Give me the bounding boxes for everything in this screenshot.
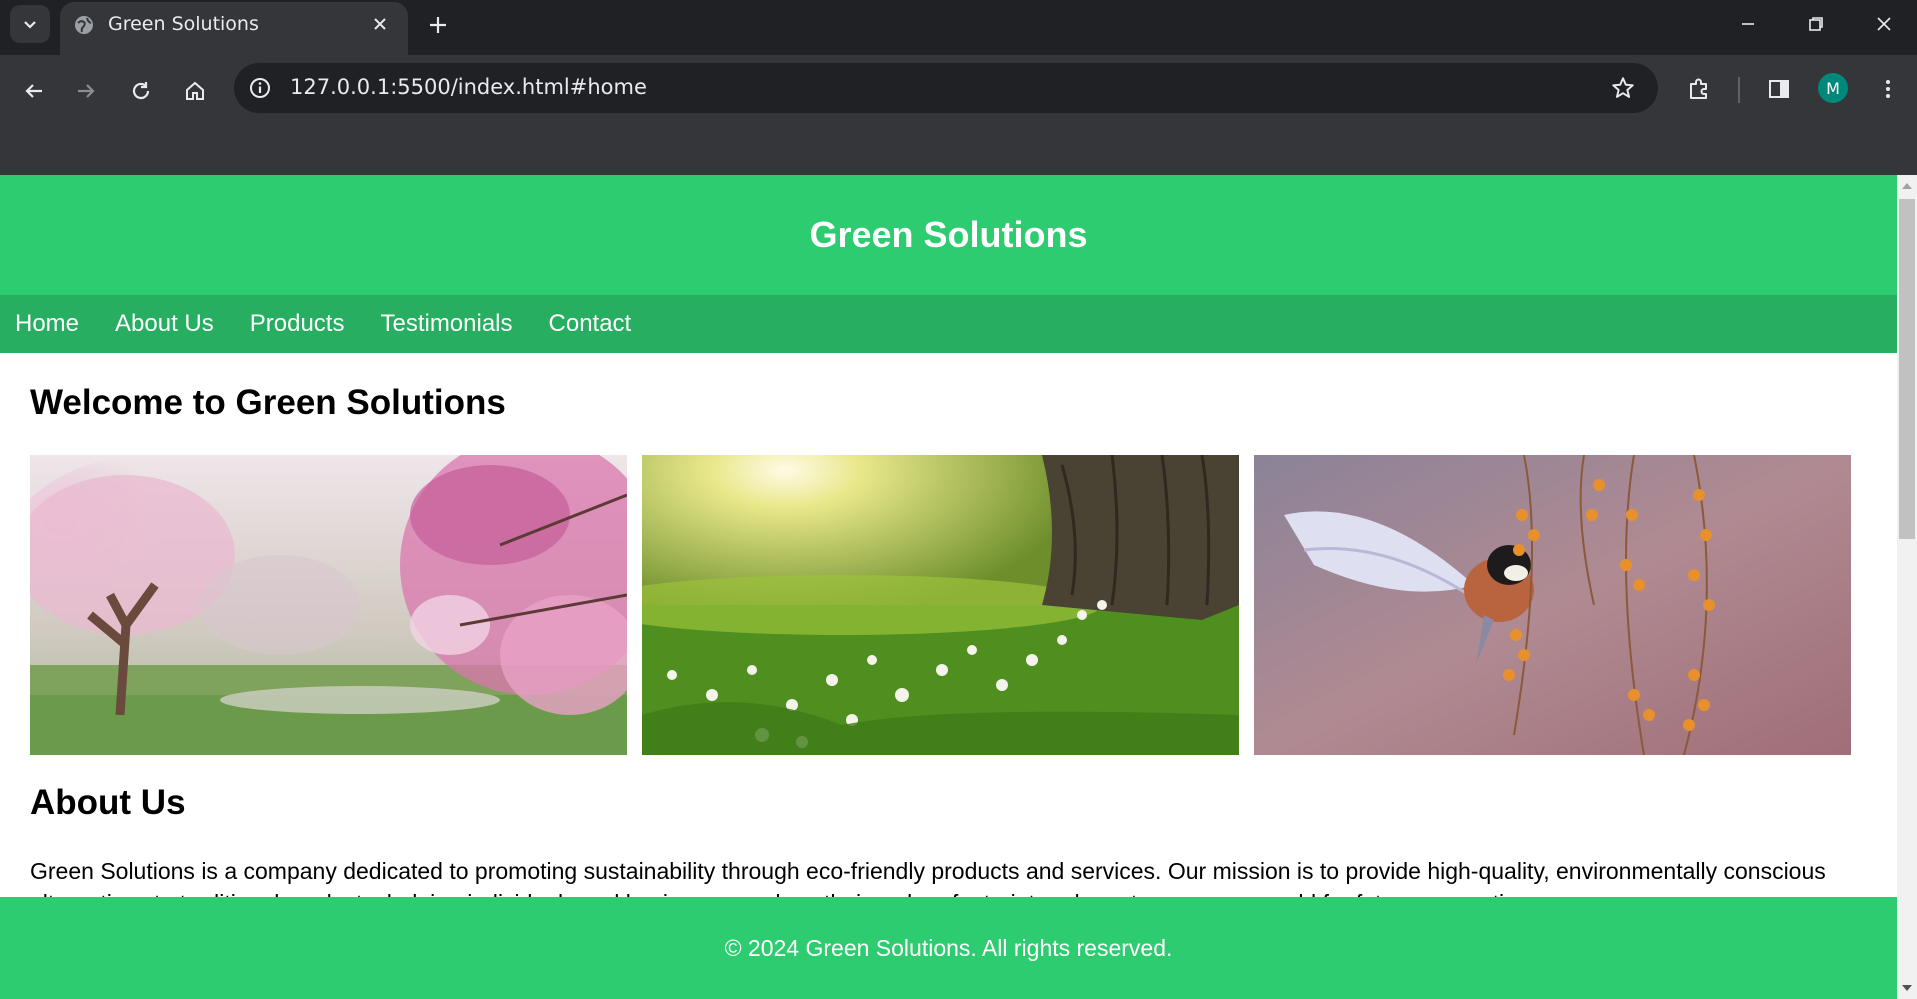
nav-link-home[interactable]: Home	[15, 310, 79, 338]
toolbar-divider	[1738, 77, 1740, 103]
side-panel-button[interactable]	[1763, 73, 1795, 105]
nav-link-products[interactable]: Products	[250, 310, 345, 338]
site-nav: Home About Us Products Testimonials Cont…	[0, 295, 1897, 353]
page-scrollbar[interactable]	[1897, 175, 1917, 999]
minimize-button[interactable]	[1730, 10, 1766, 38]
nav-link-about-us[interactable]: About Us	[115, 310, 214, 338]
tab-search-button[interactable]	[10, 5, 50, 43]
site-title: Green Solutions	[809, 214, 1088, 255]
scroll-down-arrow-icon[interactable]	[1902, 985, 1912, 991]
restore-button[interactable]	[1798, 10, 1834, 38]
profile-avatar[interactable]: M	[1818, 73, 1848, 103]
nav-link-contact[interactable]: Contact	[549, 310, 632, 338]
image-gallery	[30, 455, 1852, 755]
web-page: Green Solutions Home About Us Products T…	[0, 175, 1897, 999]
scroll-up-arrow-icon[interactable]	[1902, 183, 1912, 189]
cherry-blossom-tree-image	[30, 455, 627, 755]
back-button[interactable]	[16, 73, 52, 109]
welcome-heading: Welcome to Green Solutions	[30, 383, 506, 422]
url-text[interactable]: 127.0.0.1:5500/index.html#home	[290, 75, 647, 99]
home-button[interactable]	[177, 73, 213, 109]
new-tab-icon[interactable]	[425, 12, 451, 38]
sunlit-meadow-tree-image	[642, 455, 1239, 755]
close-icon	[1877, 17, 1891, 31]
forward-button[interactable]	[68, 73, 104, 109]
reload-button[interactable]	[123, 73, 159, 109]
browser-tab-active[interactable]: Green Solutions	[60, 2, 408, 55]
info-icon[interactable]	[248, 76, 272, 100]
minimize-icon	[1742, 23, 1754, 25]
close-tab-icon[interactable]	[370, 14, 390, 34]
close-window-button[interactable]	[1866, 10, 1902, 38]
side-panel-icon	[1769, 80, 1789, 98]
globe-icon	[75, 16, 93, 34]
footer-copyright: © 2024 Green Solutions. All rights reser…	[724, 934, 1173, 961]
bird-berries-image	[1254, 455, 1851, 755]
address-bar[interactable]: 127.0.0.1:5500/index.html#home	[234, 63, 1658, 113]
extensions-button[interactable]	[1683, 73, 1715, 105]
more-vert-icon	[1886, 80, 1890, 98]
arrow-left-icon	[25, 84, 42, 98]
browser-menu-button[interactable]	[1872, 73, 1904, 105]
puzzle-icon	[1690, 78, 1707, 99]
home-icon	[186, 81, 204, 100]
arrow-right-icon	[78, 84, 95, 98]
restore-icon	[1809, 17, 1823, 31]
bookmark-star-icon[interactable]	[1610, 75, 1636, 101]
site-header: Green Solutions	[0, 175, 1897, 295]
reload-icon	[132, 82, 150, 100]
site-footer: © 2024 Green Solutions. All rights reser…	[0, 897, 1897, 999]
scrollbar-thumb[interactable]	[1899, 199, 1915, 539]
about-heading: About Us	[30, 783, 186, 822]
tab-title: Green Solutions	[108, 13, 259, 35]
nav-link-testimonials[interactable]: Testimonials	[380, 310, 512, 338]
browser-tab-strip: Green Solutions	[0, 0, 1917, 55]
browser-toolbar: 127.0.0.1:5500/index.html#home M	[0, 55, 1917, 175]
chevron-down-icon	[24, 21, 36, 29]
